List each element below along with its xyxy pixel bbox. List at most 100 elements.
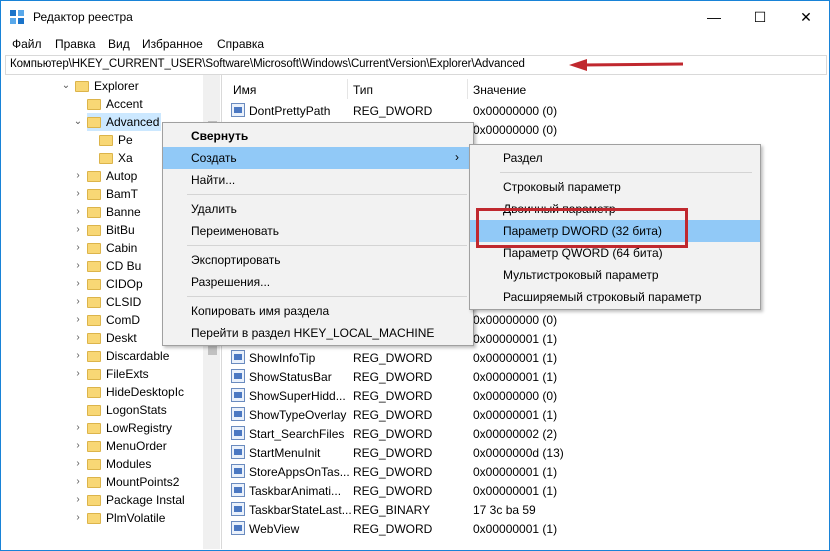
tree-item-label: FileExts <box>106 367 149 381</box>
value-row[interactable]: ShowStatusBar REG_DWORD 0x00000001 (1) <box>225 367 829 386</box>
menu-separator <box>500 172 752 173</box>
menu-edit[interactable]: Правка <box>55 37 96 51</box>
tree-expand-chevron-icon[interactable]: › <box>73 296 83 307</box>
menu-item-collapse[interactable]: Свернуть <box>163 125 473 147</box>
value-type: REG_DWORD <box>353 465 433 479</box>
menu-item-find[interactable]: Найти... <box>163 169 473 191</box>
tree-item[interactable]: CD Bu <box>87 257 143 275</box>
tree-item[interactable]: Advanced <box>87 113 162 131</box>
tree-expand-chevron-icon[interactable]: › <box>73 422 83 433</box>
tree-item-label: Deskt <box>106 331 137 345</box>
value-row[interactable]: WebView REG_DWORD 0x00000001 (1) <box>225 519 829 538</box>
menu-favorites[interactable]: Избранное <box>142 37 203 51</box>
tree-expand-chevron-icon[interactable]: › <box>73 242 83 253</box>
tree-expand-chevron-icon[interactable]: › <box>73 494 83 505</box>
tree-item[interactable]: ComD <box>87 311 142 329</box>
value-row[interactable]: ShowSuperHidd... REG_DWORD 0x00000000 (0) <box>225 386 829 405</box>
tree-item[interactable]: Explorer <box>75 77 141 95</box>
tree-expand-chevron-icon[interactable]: › <box>73 206 83 217</box>
tree-expand-chevron-icon[interactable]: › <box>73 260 83 271</box>
address-bar[interactable]: Компьютер\HKEY_CURRENT_USER\Software\Mic… <box>5 55 827 75</box>
tree-item[interactable]: Pe <box>99 131 135 149</box>
value-row[interactable]: Start_SearchFiles REG_DWORD 0x00000002 (2) <box>225 424 829 443</box>
menu-item-rename[interactable]: Переименовать <box>163 220 473 242</box>
column-header-name[interactable]: Имя <box>233 83 256 97</box>
tree-expand-chevron-icon[interactable]: › <box>73 314 83 325</box>
tree-expand-chevron-icon[interactable]: › <box>73 278 83 289</box>
value-row[interactable]: StoreAppsOnTas... REG_DWORD 0x00000001 (1) <box>225 462 829 481</box>
tree-expand-chevron-icon[interactable]: › <box>73 170 83 181</box>
tree-item[interactable]: Accent <box>87 95 145 113</box>
menu-item-copy-key-name[interactable]: Копировать имя раздела <box>163 300 473 322</box>
tree-expand-chevron-icon[interactable]: › <box>73 458 83 469</box>
tree-item[interactable]: CIDOp <box>87 275 145 293</box>
folder-icon <box>87 332 101 344</box>
tree-item[interactable]: Modules <box>87 455 153 473</box>
menu-help[interactable]: Справка <box>217 37 264 51</box>
menu-item-permissions[interactable]: Разрешения... <box>163 271 473 293</box>
tree-item-label: Advanced <box>106 115 160 129</box>
tree-item[interactable]: Deskt <box>87 329 139 347</box>
tree-expand-chevron-icon[interactable]: ⌄ <box>61 80 71 91</box>
menu-file[interactable]: Файл <box>12 37 42 51</box>
folder-icon <box>87 242 101 254</box>
tree-expand-chevron-icon[interactable]: › <box>73 332 83 343</box>
menu-item-delete[interactable]: Удалить <box>163 198 473 220</box>
submenu-item-key[interactable]: Раздел <box>470 147 760 169</box>
value-row[interactable]: TaskbarAnimati... REG_DWORD 0x00000001 (1) <box>225 481 829 500</box>
value-row[interactable]: DontPrettyPath REG_DWORD 0x00000000 (0) <box>225 101 829 120</box>
value-row[interactable]: StartMenuInit REG_DWORD 0x0000000d (13) <box>225 443 829 462</box>
tree-item[interactable]: Discardable <box>87 347 171 365</box>
tree-item[interactable]: Cabin <box>87 239 139 257</box>
tree-expand-chevron-icon[interactable]: › <box>73 188 83 199</box>
submenu-item-expandstring[interactable]: Расширяемый строковый параметр <box>470 286 760 308</box>
tree-expand-chevron-icon[interactable]: › <box>73 512 83 523</box>
column-separator[interactable] <box>347 79 348 99</box>
value-type: REG_DWORD <box>353 351 433 365</box>
tree-item[interactable]: Xa <box>99 149 135 167</box>
tree-item[interactable]: BitBu <box>87 221 137 239</box>
value-row[interactable]: ShowTypeOverlay REG_DWORD 0x00000001 (1) <box>225 405 829 424</box>
column-header-value[interactable]: Значение <box>473 83 526 97</box>
tree-item[interactable]: FileExts <box>87 365 151 383</box>
tree-expand-chevron-icon[interactable]: › <box>73 350 83 361</box>
submenu-item-string[interactable]: Строковый параметр <box>470 176 760 198</box>
tree-item[interactable]: MountPoints2 <box>87 473 181 491</box>
close-button[interactable]: ✕ <box>783 1 829 33</box>
value-type: REG_DWORD <box>353 484 433 498</box>
column-header-type[interactable]: Тип <box>353 83 373 97</box>
tree-item[interactable]: Banne <box>87 203 143 221</box>
tree-item[interactable]: HideDesktopIc <box>87 383 186 401</box>
tree-item[interactable]: LowRegistry <box>87 419 174 437</box>
tree-item[interactable]: BamT <box>87 185 140 203</box>
address-path[interactable]: Компьютер\HKEY_CURRENT_USER\Software\Mic… <box>10 58 525 70</box>
menu-item-create[interactable]: Создать › <box>163 147 473 169</box>
tree-expand-chevron-icon[interactable]: › <box>73 224 83 235</box>
tree-item-label: Modules <box>106 457 152 471</box>
tree-item[interactable]: LogonStats <box>87 401 169 419</box>
minimize-button[interactable]: — <box>691 1 737 33</box>
tree-expand-chevron-icon[interactable]: ⌄ <box>73 116 83 127</box>
value-row[interactable]: TaskbarStateLast... REG_BINARY 17 3c ba 59 <box>225 500 829 519</box>
tree-expand-chevron-icon[interactable]: › <box>73 440 83 451</box>
minimize-icon: — <box>707 9 721 25</box>
folder-icon <box>75 80 89 92</box>
value-row[interactable]: ShowInfoTip REG_DWORD 0x00000001 (1) <box>225 348 829 367</box>
maximize-button[interactable]: ☐ <box>737 1 783 33</box>
menu-item-goto-hklm[interactable]: Перейти в раздел HKEY_LOCAL_MACHINE <box>163 322 473 344</box>
tree-item-label: PlmVolatile <box>106 511 166 525</box>
menu-view[interactable]: Вид <box>108 37 130 51</box>
column-separator[interactable] <box>467 79 468 99</box>
tree-expand-chevron-icon[interactable]: › <box>73 476 83 487</box>
tree-item[interactable]: Package Instal <box>87 491 187 509</box>
tree-expand-chevron-icon[interactable]: › <box>73 368 83 379</box>
title-bar[interactable]: Редактор реестра — ☐ ✕ <box>1 1 829 33</box>
tree-item[interactable]: Autop <box>87 167 139 185</box>
folder-icon <box>87 494 101 506</box>
folder-icon <box>87 278 101 290</box>
submenu-item-multistring[interactable]: Мультистроковый параметр <box>470 264 760 286</box>
tree-item[interactable]: MenuOrder <box>87 437 169 455</box>
menu-item-export[interactable]: Экспортировать <box>163 249 473 271</box>
tree-item[interactable]: CLSID <box>87 293 143 311</box>
tree-item[interactable]: PlmVolatile <box>87 509 167 527</box>
